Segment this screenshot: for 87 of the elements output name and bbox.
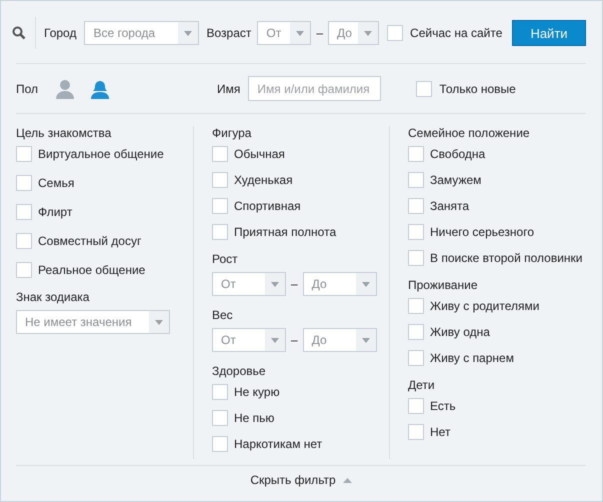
dropdown[interactable]: Все города xyxy=(84,21,200,45)
search-button[interactable]: Найти xyxy=(512,20,586,46)
checkbox-label: Семья xyxy=(38,176,74,190)
checkbox[interactable] xyxy=(416,80,432,96)
gender-label: Пол xyxy=(16,82,38,96)
checkbox-label: Приятная полнота xyxy=(234,225,336,239)
checkbox[interactable] xyxy=(212,410,228,426)
checkbox[interactable] xyxy=(408,172,424,188)
checkbox-label: Есть xyxy=(430,399,456,413)
checkbox-label: Совместный досуг xyxy=(38,234,142,248)
checkbox[interactable] xyxy=(212,198,228,214)
checkbox-label: Спортивная xyxy=(234,199,301,213)
caret-icon xyxy=(271,338,279,342)
dropdown[interactable]: От xyxy=(212,328,286,352)
section-title: Знак зодиака xyxy=(16,290,90,304)
checkbox-label: Реальное общение xyxy=(38,263,146,277)
checkbox-label: Живу с родителями xyxy=(430,299,540,313)
age-label: Возраст xyxy=(206,26,252,40)
dropdown[interactable]: Не имеет значения xyxy=(16,310,170,334)
person-icon[interactable] xyxy=(90,78,110,98)
checkbox[interactable] xyxy=(16,233,32,249)
checkbox-label: Свободна xyxy=(430,147,486,161)
caret-icon xyxy=(184,30,192,36)
checkbox[interactable] xyxy=(408,146,424,162)
section-title: Семейное положение xyxy=(408,126,531,140)
section-title: Рост xyxy=(212,252,239,266)
checkbox[interactable] xyxy=(212,436,228,452)
checkbox[interactable] xyxy=(387,25,404,41)
checkbox-label: Не курю xyxy=(234,385,280,399)
checkbox-label: Сейчас на сайте xyxy=(410,26,502,40)
checkbox-label: Только новые xyxy=(439,82,516,96)
checkbox[interactable] xyxy=(408,250,424,266)
caret-icon xyxy=(296,30,304,36)
checkbox[interactable] xyxy=(408,298,424,314)
checkbox[interactable] xyxy=(16,262,32,278)
checkbox-label: Худенькая xyxy=(234,173,293,187)
checkbox-label: Живу с парнем xyxy=(430,351,514,365)
search-icon[interactable] xyxy=(12,26,26,40)
section-title: Фигура xyxy=(212,126,252,140)
checkbox-label: Наркотикам нет xyxy=(234,437,322,451)
checkbox-label: Нет xyxy=(430,425,450,439)
checkbox[interactable] xyxy=(408,398,424,414)
checkbox[interactable] xyxy=(408,224,424,240)
checkbox-label: Ничего серьезного xyxy=(430,225,534,239)
dropdown[interactable]: До xyxy=(302,272,377,296)
checkbox[interactable] xyxy=(408,198,424,214)
dropdown[interactable]: До xyxy=(328,21,380,45)
checkbox-label: Занята xyxy=(430,199,470,213)
person-icon[interactable] xyxy=(55,78,76,98)
dropdown[interactable]: До xyxy=(302,328,377,352)
section-title: Здоровье xyxy=(212,364,267,378)
checkbox-label: В поиске второй половинки xyxy=(430,251,583,265)
checkbox[interactable] xyxy=(408,324,424,340)
checkbox[interactable] xyxy=(212,384,228,400)
caret-icon xyxy=(362,338,370,342)
range-dash: – xyxy=(316,26,324,40)
dropdown[interactable]: От xyxy=(257,21,312,45)
checkbox-label: Флирт xyxy=(38,205,72,219)
caret-icon xyxy=(364,30,372,36)
checkbox[interactable] xyxy=(212,224,228,240)
checkbox[interactable] xyxy=(16,146,32,162)
section-title: Цель знакомства xyxy=(16,126,112,140)
checkbox-label: Живу одна xyxy=(430,325,490,339)
name-label: Имя xyxy=(217,82,240,96)
checkbox[interactable] xyxy=(212,146,228,162)
section-title: Проживание xyxy=(408,278,478,292)
city-label: Город xyxy=(44,26,76,40)
checkbox-label: Не пью xyxy=(234,411,274,425)
checkbox[interactable] xyxy=(408,424,424,440)
section-title: Дети xyxy=(408,378,436,392)
checkbox[interactable] xyxy=(16,204,32,220)
checkbox[interactable] xyxy=(408,350,424,366)
caret-icon xyxy=(271,282,279,286)
dropdown[interactable]: От xyxy=(212,272,286,296)
hide-filter-link[interactable]: Скрыть фильтр xyxy=(250,473,352,487)
checkbox-label: Замужем xyxy=(430,173,482,187)
range-dash: – xyxy=(291,277,298,291)
checkbox-label: Обычная xyxy=(234,147,285,161)
range-dash: – xyxy=(291,333,298,347)
checkbox[interactable] xyxy=(212,172,228,188)
section-title: Вес xyxy=(212,308,234,322)
caret-icon xyxy=(342,478,352,482)
name-field[interactable]: Имя и/или фамилия xyxy=(248,76,382,101)
checkbox-label: Виртуальное общение xyxy=(38,147,164,161)
checkbox[interactable] xyxy=(16,175,32,191)
caret-icon xyxy=(155,320,163,324)
caret-icon xyxy=(362,282,370,286)
